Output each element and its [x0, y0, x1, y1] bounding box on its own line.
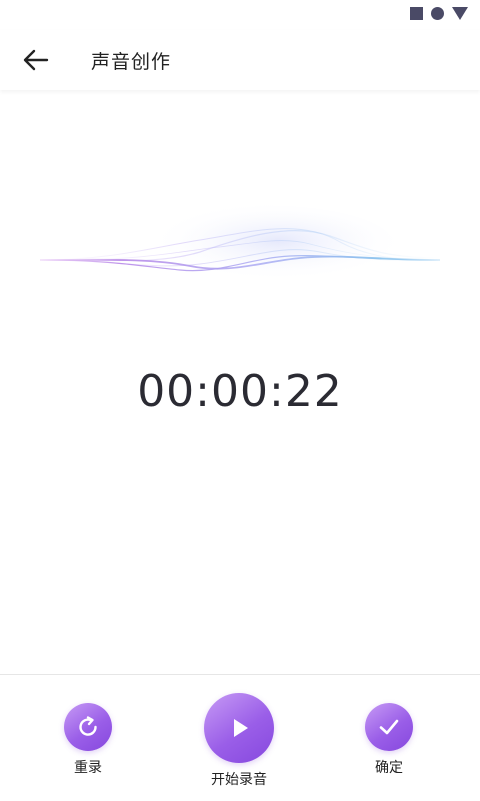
status-icons — [410, 7, 468, 20]
back-button[interactable] — [18, 44, 54, 76]
arrow-left-icon — [23, 49, 49, 71]
confirm-button[interactable]: 确定 — [365, 703, 413, 777]
redo-label: 重录 — [74, 760, 102, 776]
confirm-circle — [365, 703, 413, 751]
check-icon — [379, 719, 399, 735]
record-label: 开始录音 — [211, 772, 267, 788]
square-icon — [410, 7, 423, 20]
triangle-icon — [452, 7, 468, 20]
start-record-button[interactable]: 开始录音 — [204, 693, 274, 789]
play-icon — [234, 719, 248, 737]
record-circle — [204, 693, 274, 763]
bottom-controls: 重录 开始录音 确定 — [0, 674, 480, 801]
redo-button[interactable]: 重录 — [64, 703, 112, 777]
recording-timer: 00:00:22 — [137, 366, 343, 417]
sound-wave-visual — [0, 200, 480, 310]
confirm-label: 确定 — [375, 760, 403, 776]
refresh-icon — [79, 716, 97, 736]
redo-circle — [64, 703, 112, 751]
page-title: 声音创作 — [91, 51, 172, 73]
circle-icon — [431, 7, 444, 20]
status-bar — [0, 0, 480, 30]
app-bar: 声音创作 — [0, 30, 480, 90]
